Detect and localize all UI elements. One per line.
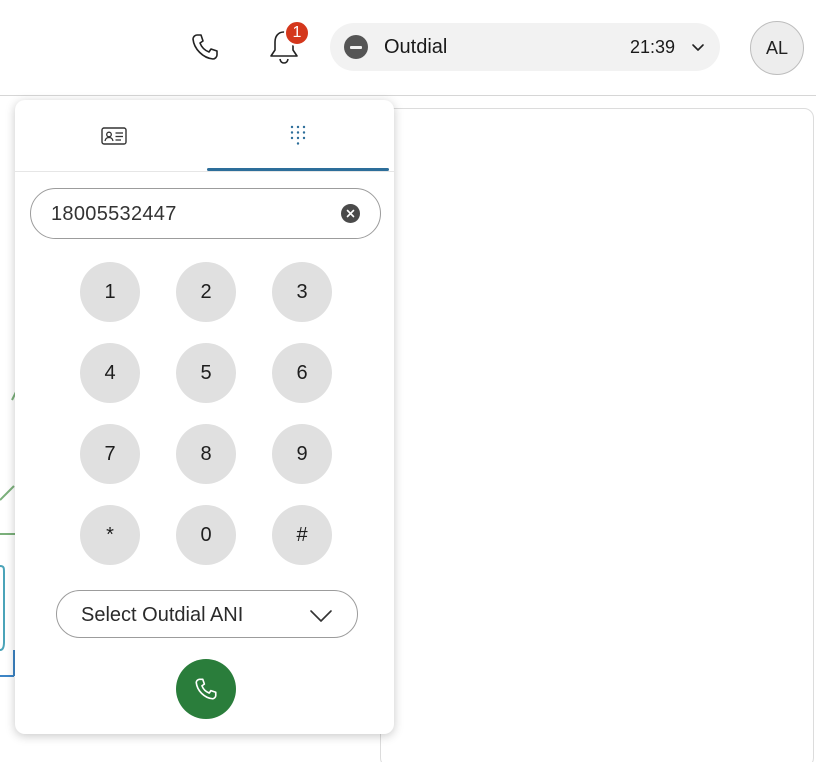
dialpad-key-6[interactable]: 6 — [272, 343, 332, 403]
phone-icon — [195, 678, 217, 700]
outdial-ani-select[interactable]: Select Outdial ANI — [56, 590, 358, 638]
agent-state-dropdown[interactable]: Outdial 21:39 — [330, 23, 720, 71]
chevron-down-icon — [310, 610, 332, 622]
top-bar: 1 Outdial 21:39 AL — [0, 0, 816, 96]
contact-card-icon — [101, 127, 127, 145]
dial-number-field — [30, 188, 381, 239]
tab-keypad[interactable] — [207, 100, 389, 172]
dialpad-key-5[interactable]: 5 — [176, 343, 236, 403]
chevron-down-icon — [692, 44, 704, 51]
agent-state-timer: 21:39 — [630, 37, 676, 57]
dialpad-key-hash[interactable]: # — [272, 505, 332, 565]
dialpad-key-8[interactable]: 8 — [176, 424, 236, 484]
dial-number-input[interactable] — [51, 200, 331, 228]
user-avatar[interactable]: AL — [750, 21, 804, 75]
clear-input-icon[interactable] — [341, 204, 360, 223]
agent-state-label: Outdial — [384, 36, 448, 58]
dialpad-key-7[interactable]: 7 — [80, 424, 140, 484]
active-tab-indicator — [207, 168, 389, 171]
dialpad-tabs — [15, 100, 394, 172]
dialpad-popover: 1 2 3 4 5 6 7 8 9 * 0 # Select Outdial A… — [15, 100, 394, 734]
idle-state-icon — [344, 35, 368, 59]
keypad-icon — [290, 125, 306, 145]
main-content-panel — [380, 108, 814, 762]
dialpad-key-star[interactable]: * — [80, 505, 140, 565]
dialpad-key-3[interactable]: 3 — [272, 262, 332, 322]
notification-count-badge: 1 — [284, 20, 310, 46]
outdial-ani-label: Select Outdial ANI — [81, 604, 244, 626]
dialpad-key-1[interactable]: 1 — [80, 262, 140, 322]
dialpad-key-2[interactable]: 2 — [176, 262, 236, 322]
phone-icon[interactable] — [184, 26, 226, 68]
dial-call-button[interactable] — [176, 659, 236, 719]
dialpad-key-9[interactable]: 9 — [272, 424, 332, 484]
dialpad-key-4[interactable]: 4 — [80, 343, 140, 403]
tab-contacts[interactable] — [23, 100, 205, 172]
dialpad-key-0[interactable]: 0 — [176, 505, 236, 565]
